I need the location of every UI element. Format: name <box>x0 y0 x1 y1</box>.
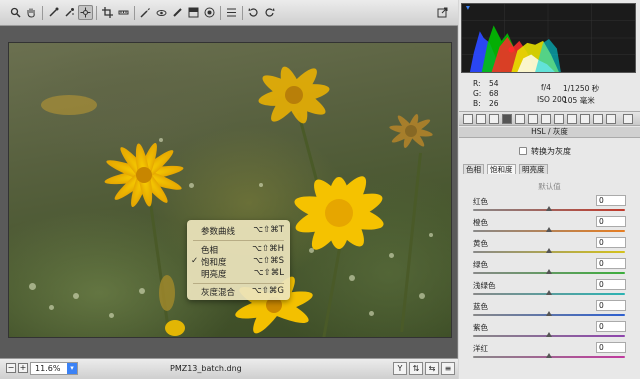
color-sampler-icon[interactable] <box>62 5 77 20</box>
radial-filter-icon[interactable] <box>202 5 217 20</box>
slider-row: 黄色 0 <box>459 237 640 259</box>
panel-menu-icon[interactable] <box>623 114 633 124</box>
slider-value-field[interactable]: 0 <box>596 279 626 290</box>
targeted-adjustment-icon[interactable] <box>78 5 93 20</box>
hsl-subtabs: 色相 饱和度 明亮度 <box>463 164 638 174</box>
rotate-ccw-icon[interactable] <box>246 5 261 20</box>
before-after-copy-icon[interactable]: ⇆ <box>425 362 439 375</box>
slider-thumb[interactable] <box>546 227 552 232</box>
view-settings-icon[interactable]: ≡ <box>441 362 455 375</box>
slider-label: 紫色 <box>473 323 488 332</box>
preferences-list-icon[interactable] <box>224 5 239 20</box>
slider-row: 紫色 0 <box>459 321 640 343</box>
tab-luminance[interactable]: 明亮度 <box>519 164 548 174</box>
rotate-cw-icon[interactable] <box>262 5 277 20</box>
slider-row: 蓝色 0 <box>459 300 640 322</box>
slider-thumb[interactable] <box>546 332 552 337</box>
chevron-down-icon: ▾ <box>67 363 77 374</box>
slider-row: 橙色 0 <box>459 216 640 238</box>
slider-thumb[interactable] <box>546 311 552 316</box>
slider-label: 黄色 <box>473 239 488 248</box>
tone-curve-tab-icon[interactable] <box>476 114 486 124</box>
checkmark-icon: ✓ <box>191 256 199 266</box>
hsl-context-menu: 参数曲线 ⌥⇧⌘T 色相 ⌥⇧⌘H ✓ 饱和度 ⌥⇧⌘S 明亮度 ⌥⇧⌘L 灰度… <box>187 220 290 300</box>
list-tab-icon[interactable] <box>606 114 616 124</box>
fx-tab-icon[interactable] <box>554 114 564 124</box>
menu-item-luminance[interactable]: 明亮度 ⌥⇧⌘L <box>187 268 290 280</box>
pixel-info: R: 54 G: 68 B: 26 f/4 1/1250 秒 ISO 200 1… <box>473 79 600 108</box>
split-toning-tab-icon[interactable] <box>515 114 525 124</box>
slider-row: 浅绿色 0 <box>459 279 640 301</box>
lens-tab-icon[interactable] <box>528 114 538 124</box>
zoom-in-button[interactable]: + <box>18 363 28 373</box>
tab-hue[interactable]: 色相 <box>463 164 484 174</box>
slider-thumb[interactable] <box>546 269 552 274</box>
red-eye-icon[interactable] <box>154 5 169 20</box>
hsl-tab-icon[interactable] <box>502 114 512 124</box>
toolbar <box>0 0 458 26</box>
tab-saturation[interactable]: 饱和度 <box>487 164 516 174</box>
slider-value-field[interactable]: 0 <box>596 195 626 206</box>
menu-item-hue[interactable]: 色相 ⌥⇧⌘H <box>187 244 290 256</box>
slider-label: 洋红 <box>473 344 488 353</box>
effects-tab-icon[interactable] <box>541 114 551 124</box>
adjustment-brush-icon[interactable] <box>170 5 185 20</box>
spot-removal-icon[interactable] <box>138 5 153 20</box>
slider-label: 蓝色 <box>473 302 488 311</box>
shutter-speed: 1/1250 秒 <box>563 84 600 93</box>
slider-row: 红色 0 <box>459 195 640 217</box>
before-after-swap-icon[interactable]: ⇅ <box>409 362 423 375</box>
slider-value-field[interactable]: 0 <box>596 216 626 227</box>
panel-tab-strip <box>459 111 640 126</box>
focal-length: 105 毫米 <box>563 96 595 105</box>
hand-tool-icon[interactable] <box>24 5 39 20</box>
slider-label: 浅绿色 <box>473 281 496 290</box>
slider-label: 橙色 <box>473 218 488 227</box>
slider-value-field[interactable]: 0 <box>596 321 626 332</box>
slider-value-field[interactable]: 0 <box>596 258 626 269</box>
photo-canvas[interactable]: 参数曲线 ⌥⇧⌘T 色相 ⌥⇧⌘H ✓ 饱和度 ⌥⇧⌘S 明亮度 ⌥⇧⌘L 灰度… <box>8 42 452 338</box>
develop-panel: R: 54 G: 68 B: 26 f/4 1/1250 秒 ISO 200 1… <box>459 0 640 379</box>
file-name: PMZ13_batch.dng <box>170 364 242 373</box>
image-editor-area: 参数曲线 ⌥⇧⌘T 色相 ⌥⇧⌘H ✓ 饱和度 ⌥⇧⌘S 明亮度 ⌥⇧⌘L 灰度… <box>0 0 458 379</box>
graduated-filter-icon[interactable] <box>186 5 201 20</box>
snapshots-tab-icon[interactable] <box>593 114 603 124</box>
status-bar: − + 11.6% ▾ PMZ13_batch.dng Y ⇅ ⇆ ≡ <box>0 358 458 379</box>
slider-value-field[interactable]: 0 <box>596 300 626 311</box>
zoom-out-button[interactable]: − <box>6 363 16 373</box>
slider-value-field[interactable]: 0 <box>596 237 626 248</box>
menu-item-grayscale-mix[interactable]: 灰度混合 ⌥⇧⌘G <box>187 286 290 298</box>
aperture: f/4 <box>541 83 551 92</box>
slider-thumb[interactable] <box>546 290 552 295</box>
slider-thumb[interactable] <box>546 206 552 211</box>
zoom-tool-icon[interactable] <box>8 5 23 20</box>
slider-thumb[interactable] <box>546 353 552 358</box>
slider-value-field[interactable]: 0 <box>596 342 626 353</box>
default-link[interactable]: 默认值 <box>459 181 640 192</box>
zoom-select[interactable]: 11.6% ▾ <box>30 362 78 375</box>
slider-row: 绿色 0 <box>459 258 640 280</box>
panel-title: HSL / 灰度 <box>459 127 640 138</box>
slider-thumb[interactable] <box>546 248 552 253</box>
presets-tab-icon[interactable] <box>580 114 590 124</box>
straighten-icon[interactable] <box>116 5 131 20</box>
histogram <box>461 3 636 73</box>
crop-icon[interactable] <box>100 5 115 20</box>
detail-tab-icon[interactable] <box>489 114 499 124</box>
before-after-y-icon[interactable]: Y <box>393 362 407 375</box>
slider-label: 绿色 <box>473 260 488 269</box>
slider-row: 洋红 0 <box>459 342 640 364</box>
slider-label: 红色 <box>473 197 488 206</box>
menu-item-saturation[interactable]: ✓ 饱和度 ⌥⇧⌘S <box>187 256 290 268</box>
menu-item-parametric-curve[interactable]: 参数曲线 ⌥⇧⌘T <box>187 225 290 237</box>
checkbox-box <box>519 147 527 155</box>
basic-tab-icon[interactable] <box>463 114 473 124</box>
open-object-icon[interactable] <box>435 5 450 20</box>
camera-calibration-tab-icon[interactable] <box>567 114 577 124</box>
white-balance-icon[interactable] <box>46 5 61 20</box>
convert-grayscale-checkbox[interactable]: 转换为灰度 <box>519 146 571 157</box>
